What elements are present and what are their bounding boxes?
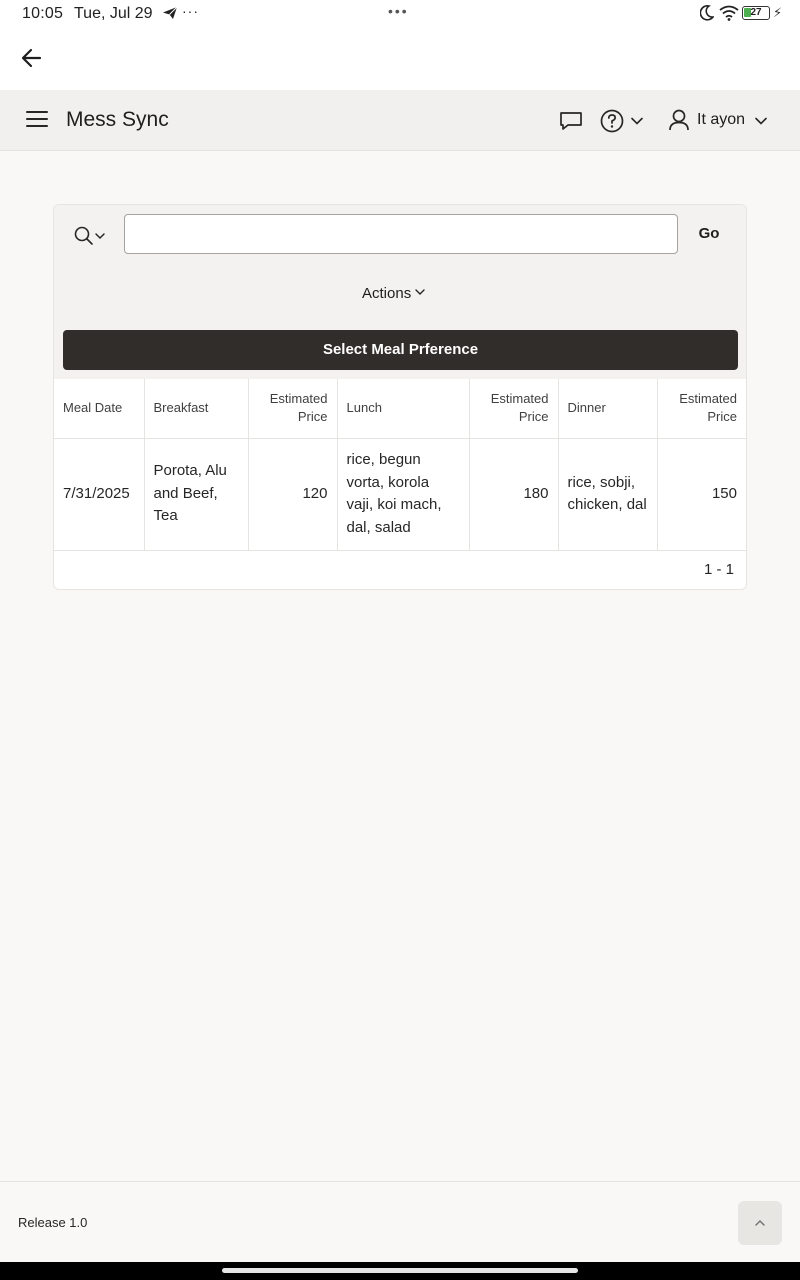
wifi-icon — [719, 5, 739, 21]
app-title: Mess Sync — [66, 108, 169, 131]
navigation-bar — [0, 1262, 800, 1280]
user-menu-chevron-down-icon[interactable] — [754, 114, 768, 128]
charging-bolt-icon: ⚡ — [773, 5, 783, 20]
release-label: Release 1.0 — [18, 1215, 88, 1230]
cell-lunch: rice, begun vorta, korola vaji, koi mach… — [337, 438, 470, 551]
app-header: Mess Sync It ayon — [0, 90, 800, 151]
search-input[interactable] — [124, 214, 678, 254]
moon-icon — [700, 5, 714, 21]
user-icon[interactable] — [668, 108, 690, 132]
meal-table: Meal Date Breakfast Estimated Price Lunc… — [54, 379, 746, 551]
column-header-meal-date[interactable]: Meal Date — [54, 379, 145, 439]
battery-level: 27 — [750, 7, 762, 18]
cell-dinner: rice, sobji, chicken, dal — [558, 438, 658, 551]
table-header-row: Meal Date Breakfast Estimated Price Lunc… — [54, 379, 746, 439]
column-header-dinner-price[interactable]: Estimated Price — [657, 379, 746, 439]
help-icon[interactable] — [599, 108, 625, 134]
select-meal-preference-button[interactable]: Select Meal Prference — [63, 330, 738, 370]
status-more-icon: ··· — [182, 3, 199, 19]
home-gesture-handle[interactable] — [222, 1268, 578, 1273]
report-toolbar: Go Actions Select Meal Prference — [54, 205, 746, 379]
search-column-icon[interactable] — [73, 224, 109, 248]
cell-dinner-price: 150 — [657, 438, 746, 551]
chevron-down-icon — [415, 288, 425, 295]
actions-menu[interactable]: Actions — [362, 281, 426, 305]
cell-breakfast-price: 120 — [248, 438, 338, 551]
column-header-dinner[interactable]: Dinner — [558, 379, 658, 439]
browser-top-bar — [0, 28, 800, 90]
hamburger-menu-icon[interactable] — [26, 111, 48, 129]
column-header-breakfast[interactable]: Breakfast — [144, 379, 249, 439]
user-name[interactable]: It ayon — [697, 111, 745, 129]
status-date: Tue, Jul 29 — [74, 5, 153, 22]
go-button[interactable]: Go — [688, 217, 730, 251]
status-time: 10:05 — [22, 5, 64, 22]
status-bar: 10:05 Tue, Jul 29 ··· ••• 27 ⚡ — [0, 0, 800, 28]
pagination-label: 1 - 1 — [703, 561, 734, 578]
help-chevron-down-icon[interactable] — [630, 114, 644, 128]
column-header-breakfast-price[interactable]: Estimated Price — [248, 379, 338, 439]
report-region: Go Actions Select Meal Prference Meal Da… — [53, 204, 747, 590]
cell-meal-date: 7/31/2025 — [54, 438, 145, 551]
status-center-dots: ••• — [388, 3, 409, 19]
actions-label: Actions — [362, 284, 412, 302]
telegram-send-icon — [163, 6, 178, 19]
column-header-lunch[interactable]: Lunch — [337, 379, 470, 439]
footer: Release 1.0 — [0, 1181, 800, 1262]
back-arrow-icon[interactable] — [18, 44, 46, 72]
chevron-up-icon — [755, 1220, 765, 1226]
cell-breakfast: Porota, Alu and Beef, Tea — [144, 438, 249, 551]
battery-icon: 27 — [742, 6, 770, 20]
scroll-to-top-button[interactable] — [738, 1201, 782, 1245]
feedback-chat-icon[interactable] — [558, 108, 584, 134]
cell-lunch-price: 180 — [469, 438, 559, 551]
table-row: 7/31/2025 Porota, Alu and Beef, Tea 120 … — [54, 438, 746, 551]
column-header-lunch-price[interactable]: Estimated Price — [469, 379, 559, 439]
